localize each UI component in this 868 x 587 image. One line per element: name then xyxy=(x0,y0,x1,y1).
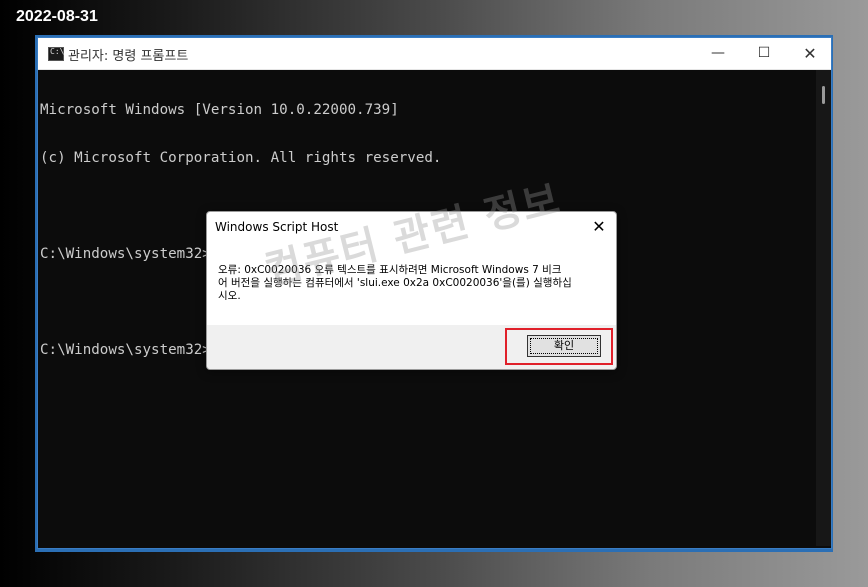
dialog-message: 오류: 0xC0020036 오류 텍스트를 표시하려면 Microsoft W… xyxy=(218,264,583,303)
error-dialog: Windows Script Host ✕ 오류: 0xC0020036 오류 … xyxy=(206,211,617,370)
title-bar[interactable]: 관리자: 명령 프롬프트 — ☐ ✕ xyxy=(38,38,831,70)
dialog-title: Windows Script Host xyxy=(215,220,339,234)
ok-button[interactable]: 확인 xyxy=(527,335,601,357)
dialog-message-line: 시오. xyxy=(218,290,241,302)
console-line: Microsoft Windows [Version 10.0.22000.73… xyxy=(40,102,399,118)
window-title: 관리자: 명령 프롬프트 xyxy=(68,49,189,64)
close-button[interactable]: ✕ xyxy=(787,38,833,69)
cmd-icon xyxy=(48,47,64,61)
vertical-scrollbar[interactable] xyxy=(816,70,831,546)
minimize-button[interactable]: — xyxy=(695,38,741,69)
maximize-button[interactable]: ☐ xyxy=(741,38,787,69)
dialog-message-line: 오류: 0xC0020036 오류 텍스트를 표시하려면 Microsoft W… xyxy=(218,264,562,276)
dialog-close-button[interactable]: ✕ xyxy=(587,215,611,239)
date-stamp: 2022-08-31 xyxy=(16,8,98,25)
console-line: (c) Microsoft Corporation. All rights re… xyxy=(40,150,442,166)
scroll-thumb[interactable] xyxy=(822,86,825,104)
dialog-footer: 확인 xyxy=(207,325,616,369)
dialog-message-line: 어 버전을 실행하는 컴퓨터에서 'slui.exe 0x2a 0xC00200… xyxy=(218,277,572,289)
